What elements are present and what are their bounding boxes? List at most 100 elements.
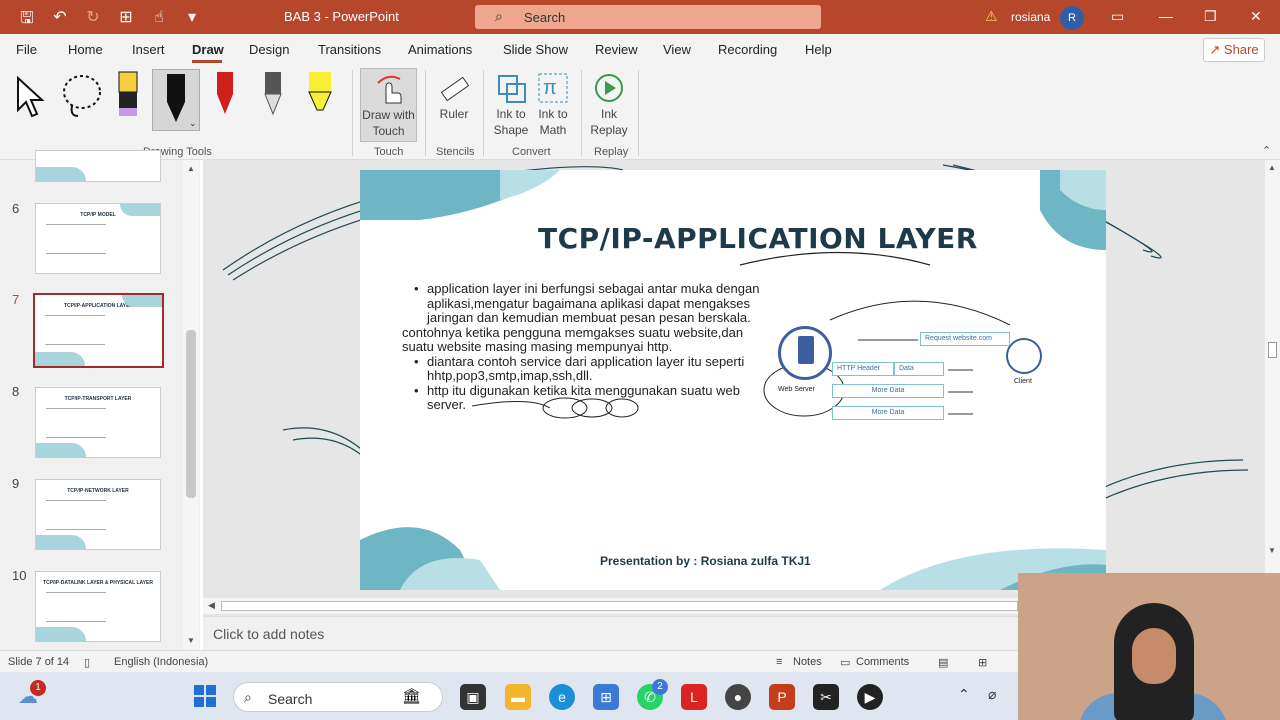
svg-text:π: π: [543, 77, 557, 99]
slide-thumbnail[interactable]: [35, 150, 161, 182]
tab-animations[interactable]: Animations: [408, 42, 472, 57]
tab-slide-show[interactable]: Slide Show: [503, 42, 568, 57]
present-icon[interactable]: ⊞: [115, 7, 137, 34]
taskbar-search[interactable]: ⌕ Search 🏛: [233, 682, 443, 712]
scroll-up-icon[interactable]: ▲: [1268, 163, 1276, 172]
windows-start-icon[interactable]: [193, 684, 217, 708]
thumb-decoration: [35, 352, 85, 366]
tab-design[interactable]: Design: [249, 42, 289, 57]
ink-to-math-icon: π: [538, 73, 568, 103]
task-view-icon[interactable]: ▣: [460, 684, 486, 710]
thumb-decoration: [36, 167, 86, 181]
tab-insert[interactable]: Insert: [132, 42, 165, 57]
normal-view-icon[interactable]: ▤: [938, 656, 948, 669]
slide-canvas[interactable]: TCP/IP-APPLICATION LAYER application lay…: [360, 170, 1106, 590]
avatar[interactable]: R: [1060, 6, 1084, 30]
collapse-ribbon-icon[interactable]: ⌃: [1262, 144, 1271, 157]
slide-thumbnail[interactable]: TCP/IP MODEL: [35, 203, 161, 274]
file-explorer-icon[interactable]: ▬: [505, 684, 531, 710]
tab-transitions[interactable]: Transitions: [318, 42, 381, 57]
notes-pane[interactable]: Click to add notes: [203, 616, 1018, 650]
powerpoint-icon[interactable]: P: [769, 684, 795, 710]
tab-home[interactable]: Home: [68, 42, 103, 57]
slide-number: 7: [12, 292, 20, 307]
scrollbar-thumb[interactable]: [1268, 342, 1277, 358]
media-player-icon[interactable]: ▶: [857, 684, 883, 710]
redo-icon[interactable]: ↻: [82, 7, 104, 34]
ink-to-shape-button[interactable]: Ink to Shape: [490, 68, 532, 138]
ink-to-shape-icon: [498, 75, 526, 103]
scrollbar-thumb[interactable]: [186, 330, 196, 498]
slide-thumbnail[interactable]: TCP/IP-NETWORK LAYER: [35, 479, 161, 550]
user-name[interactable]: rosiana: [1011, 10, 1050, 24]
editor-scrollbar[interactable]: ▲ ▼: [1265, 160, 1280, 620]
language-indicator[interactable]: English (Indonesia): [114, 656, 208, 668]
share-button[interactable]: ↗ Share: [1203, 38, 1265, 62]
horizontal-scrollbar[interactable]: ◀: [203, 598, 1018, 614]
ribbon-tabs: File Home Insert Draw Design Transitions…: [0, 34, 1280, 64]
slide-editor: TCP/IP-APPLICATION LAYER application lay…: [203, 160, 1265, 620]
notes-icon[interactable]: ≡: [776, 656, 782, 668]
edge-icon[interactable]: e: [549, 684, 575, 710]
slide-thumbnail[interactable]: TCP/IP-DATALINK LAYER & PHYSICAL LAYER: [35, 571, 161, 642]
slide-sorter-icon[interactable]: ⊞: [978, 656, 987, 669]
thumb-content: [46, 408, 106, 438]
scroll-down-icon[interactable]: ▼: [1268, 546, 1276, 555]
pen-black-selected[interactable]: ⌄: [152, 69, 200, 131]
system-tray-chevron-icon[interactable]: ⌃: [958, 686, 970, 703]
tab-draw[interactable]: Draw: [192, 42, 224, 57]
slide-thumbnail-active[interactable]: TCP/IP-APPLICATION LAYER: [33, 293, 164, 368]
close-icon[interactable]: ✕: [1250, 8, 1262, 25]
ruler-button[interactable]: Ruler: [435, 68, 473, 122]
warning-icon[interactable]: ⚠: [985, 8, 998, 25]
hand-touch-icon: [376, 75, 401, 104]
notes-toggle[interactable]: Notes: [793, 656, 822, 668]
network-icon[interactable]: ⌀: [988, 686, 996, 703]
active-tab-indicator: [192, 60, 222, 63]
customize-qat-icon[interactable]: ▾: [181, 7, 203, 34]
thumb-decoration: [36, 535, 86, 549]
pencil-gray-icon[interactable]: [260, 70, 286, 120]
title-bar: 🖫 ↶ ↻ ⊞ ☝ ▾ BAB 3 - PowerPoint ⌕ Search …: [0, 0, 1280, 34]
scroll-down-icon[interactable]: ▼: [187, 636, 195, 645]
whatsapp-badge: 2: [652, 679, 668, 695]
tab-review[interactable]: Review: [595, 42, 638, 57]
draw-with-touch-button[interactable]: Draw with Touch: [360, 68, 417, 142]
ink-to-shape-label: Ink to Shape: [493, 107, 529, 137]
tab-file[interactable]: File: [16, 42, 37, 57]
ink-replay-button[interactable]: Ink Replay: [590, 68, 628, 138]
search-highlight-icon: 🏛: [402, 688, 422, 705]
thumbnail-scrollbar[interactable]: ▲ ▼: [183, 160, 199, 650]
save-icon[interactable]: 🖫: [16, 7, 38, 34]
comment-icon[interactable]: ▭: [840, 656, 850, 669]
thumb-title: TCP/IP-DATALINK LAYER & PHYSICAL LAYER: [43, 580, 153, 586]
highlighter-yellow-icon[interactable]: [305, 70, 335, 120]
tab-recording[interactable]: Recording: [718, 42, 777, 57]
accessibility-icon[interactable]: ▯: [84, 656, 90, 669]
search-box[interactable]: ⌕ Search: [475, 5, 821, 29]
app-ball-icon[interactable]: ●: [725, 684, 751, 710]
scroll-up-icon[interactable]: ▲: [187, 164, 195, 173]
select-pointer-icon[interactable]: [14, 70, 48, 120]
tab-view[interactable]: View: [663, 42, 691, 57]
lasso-select-icon[interactable]: [60, 70, 106, 120]
slide-thumbnail[interactable]: TCP/IP-TRANSPORT LAYER: [35, 387, 161, 458]
comments-toggle[interactable]: Comments: [856, 656, 909, 668]
ruler-icon: [440, 76, 470, 102]
maximize-icon[interactable]: ❐: [1204, 8, 1217, 25]
app-l-icon[interactable]: L: [681, 684, 707, 710]
capcut-icon[interactable]: ✂: [813, 684, 839, 710]
minimize-icon[interactable]: —: [1159, 8, 1173, 24]
undo-icon[interactable]: ↶: [49, 7, 71, 34]
scrollbar-thumb[interactable]: [221, 601, 1018, 611]
ribbon-separator: [352, 70, 353, 156]
pen-red-icon[interactable]: [212, 70, 238, 120]
store-icon[interactable]: ⊞: [593, 684, 619, 710]
pen-yellow-icon[interactable]: [115, 70, 141, 120]
ribbon-display-icon[interactable]: ▭: [1111, 8, 1124, 25]
ink-to-math-button[interactable]: π Ink to Math: [535, 68, 571, 138]
tab-help[interactable]: Help: [805, 42, 832, 57]
touch-mode-icon[interactable]: ☝: [148, 7, 170, 34]
search-label: Search: [524, 10, 566, 25]
scroll-left-icon[interactable]: ◀: [208, 600, 215, 611]
